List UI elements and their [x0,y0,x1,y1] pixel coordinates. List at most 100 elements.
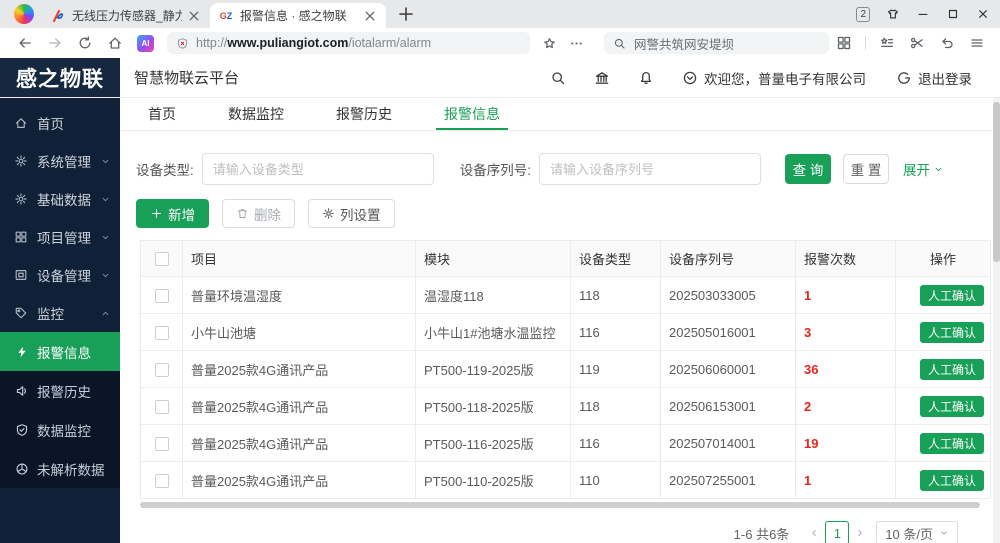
url-host: www.puliangiot.com [227,36,348,50]
delete-button[interactable]: 删除 [222,199,295,228]
browser-logo[interactable] [14,4,34,24]
bank-icon[interactable] [594,70,610,86]
chevron-down-icon [100,232,111,243]
device-type-label: 设备类型: [136,159,194,179]
cell-device-type: 116 [571,314,661,351]
sidebar: 首页系统管理基础数据项目管理设备管理监控 报警信息报警历史数据监控未解析数据 [0,97,120,543]
close-tab-icon[interactable] [186,8,202,24]
serial-input[interactable] [539,153,761,185]
chevron-down-icon [100,270,111,281]
bookmark-star-icon[interactable] [542,36,557,51]
trash-icon [236,207,249,220]
reload-icon[interactable] [77,35,93,51]
page-size-select[interactable]: 10 条/页 [876,521,958,543]
close-tab-icon[interactable] [362,8,378,24]
browser-tabs: 无线压力传感器_静力水准仪_GZ报警信息 · 感之物联 [42,3,386,28]
tab-count-badge[interactable]: 2 [856,7,870,22]
cell-alarm-count: 3 [796,314,896,351]
row-checkbox[interactable] [155,400,169,414]
manual-confirm-button[interactable]: 人工确认 [920,322,984,343]
prev-page-icon[interactable] [808,527,820,539]
sidebar-item-label: 项目管理 [37,227,91,247]
cell-project: 普量环境温湿度 [183,277,416,314]
sidebar-item-device-mgmt[interactable]: 设备管理 [0,256,120,294]
search-button[interactable]: 查 询 [785,154,831,184]
minimize-button[interactable] [916,7,930,21]
ai-assistant-icon[interactable]: AI [137,35,154,52]
scissors-icon[interactable] [909,35,925,51]
bell-icon[interactable] [638,70,654,86]
cell-module: PT500-118-2025版 [416,388,571,425]
manual-confirm-button[interactable]: 人工确认 [920,433,984,454]
sidebar-subitem-data-monitor[interactable]: 数据监控 [0,410,120,449]
cell-device-type: 116 [571,425,661,462]
home-nav-icon[interactable] [107,35,123,51]
sidebar-item-system-mgmt[interactable]: 系统管理 [0,142,120,180]
sidebar-item-home[interactable]: 首页 [0,104,120,142]
manual-confirm-button[interactable]: 人工确认 [920,470,984,491]
manual-confirm-button[interactable]: 人工确认 [920,396,984,417]
close-window-button[interactable] [976,7,990,21]
row-checkbox[interactable] [155,474,169,488]
pagination: 1-6 共6条 1 10 条/页 [120,521,1000,543]
shield-x-icon[interactable] [176,37,189,50]
row-checkbox[interactable] [155,289,169,303]
row-checkbox[interactable] [155,326,169,340]
header-search-icon[interactable] [550,70,566,86]
tab-home[interactable]: 首页 [148,97,176,130]
sidebar-item-label: 设备管理 [37,265,91,285]
cell-alarm-count: 2 [796,388,896,425]
favorites-list-icon[interactable] [879,35,895,51]
forward-icon[interactable] [47,35,63,51]
sidebar-subitem-alarm-history[interactable]: 报警历史 [0,371,120,410]
device-type-input[interactable] [202,153,434,185]
current-page-button[interactable]: 1 [825,521,849,543]
browser-search-box[interactable]: 网警共筑网安堤坝 [604,32,829,54]
sidebar-item-monitoring[interactable]: 监控 [0,294,120,332]
cell-alarm-count: 36 [796,351,896,388]
browser-tab-alarm-page[interactable]: GZ报警信息 · 感之物联 [210,3,386,28]
logout-button[interactable]: 退出登录 [896,68,972,88]
sidebar-item-project-mgmt[interactable]: 项目管理 [0,218,120,256]
menu-icon[interactable] [969,35,985,51]
undo-icon[interactable] [939,35,955,51]
tab-data-monitor[interactable]: 数据监控 [228,97,284,130]
plus-icon [150,207,163,220]
new-tab-button[interactable] [396,4,416,24]
cell-module: PT500-116-2025版 [416,425,571,462]
serial-label: 设备序列号: [460,159,531,179]
manual-confirm-button[interactable]: 人工确认 [920,359,984,380]
select-all-checkbox[interactable] [155,252,169,266]
maximize-button[interactable] [946,7,960,21]
sidebar-subitem-alarm-info[interactable]: 报警信息 [0,332,120,371]
url-bar[interactable]: http://www.puliangiot.com/iotalarm/alarm [167,32,530,54]
tab-alarm-info[interactable]: 报警信息 [444,97,500,130]
more-dots-icon[interactable] [569,36,584,51]
url-prefix: http:// [196,36,227,50]
sidebar-item-label: 系统管理 [37,151,91,171]
tab-alarm-history[interactable]: 报警历史 [336,97,392,130]
sidebar-item-base-data[interactable]: 基础数据 [0,180,120,218]
pagination-summary: 1-6 共6条 [734,524,790,543]
horizontal-scrollbar[interactable] [140,502,980,508]
theme-shirt-icon[interactable] [886,7,900,21]
sidebar-subitem-unparsed-data[interactable]: 未解析数据 [0,449,120,488]
cell-device-type: 110 [571,462,661,499]
back-icon[interactable] [17,35,33,51]
row-checkbox[interactable] [155,363,169,377]
user-menu[interactable]: 欢迎您，普量电子有限公司 [682,68,866,88]
column-settings-button[interactable]: 列设置 [308,199,395,228]
row-checkbox[interactable] [155,437,169,451]
logout-label: 退出登录 [918,68,972,88]
browser-tab-sensor-site[interactable]: 无线压力传感器_静力水准仪_ [42,3,210,28]
sidebar-subitem-label: 报警历史 [37,381,91,401]
sidebar-subitem-label: 报警信息 [37,342,91,362]
manual-confirm-button[interactable]: 人工确认 [920,285,984,306]
cell-project: 普量2025款4G通讯产品 [183,425,416,462]
apps-grid-icon[interactable] [836,35,852,51]
vertical-scrollbar[interactable] [993,58,1000,543]
expand-link[interactable]: 展开 [903,159,944,179]
next-page-icon[interactable] [854,527,866,539]
reset-button[interactable]: 重 置 [843,154,889,184]
add-button[interactable]: 新增 [136,199,209,228]
